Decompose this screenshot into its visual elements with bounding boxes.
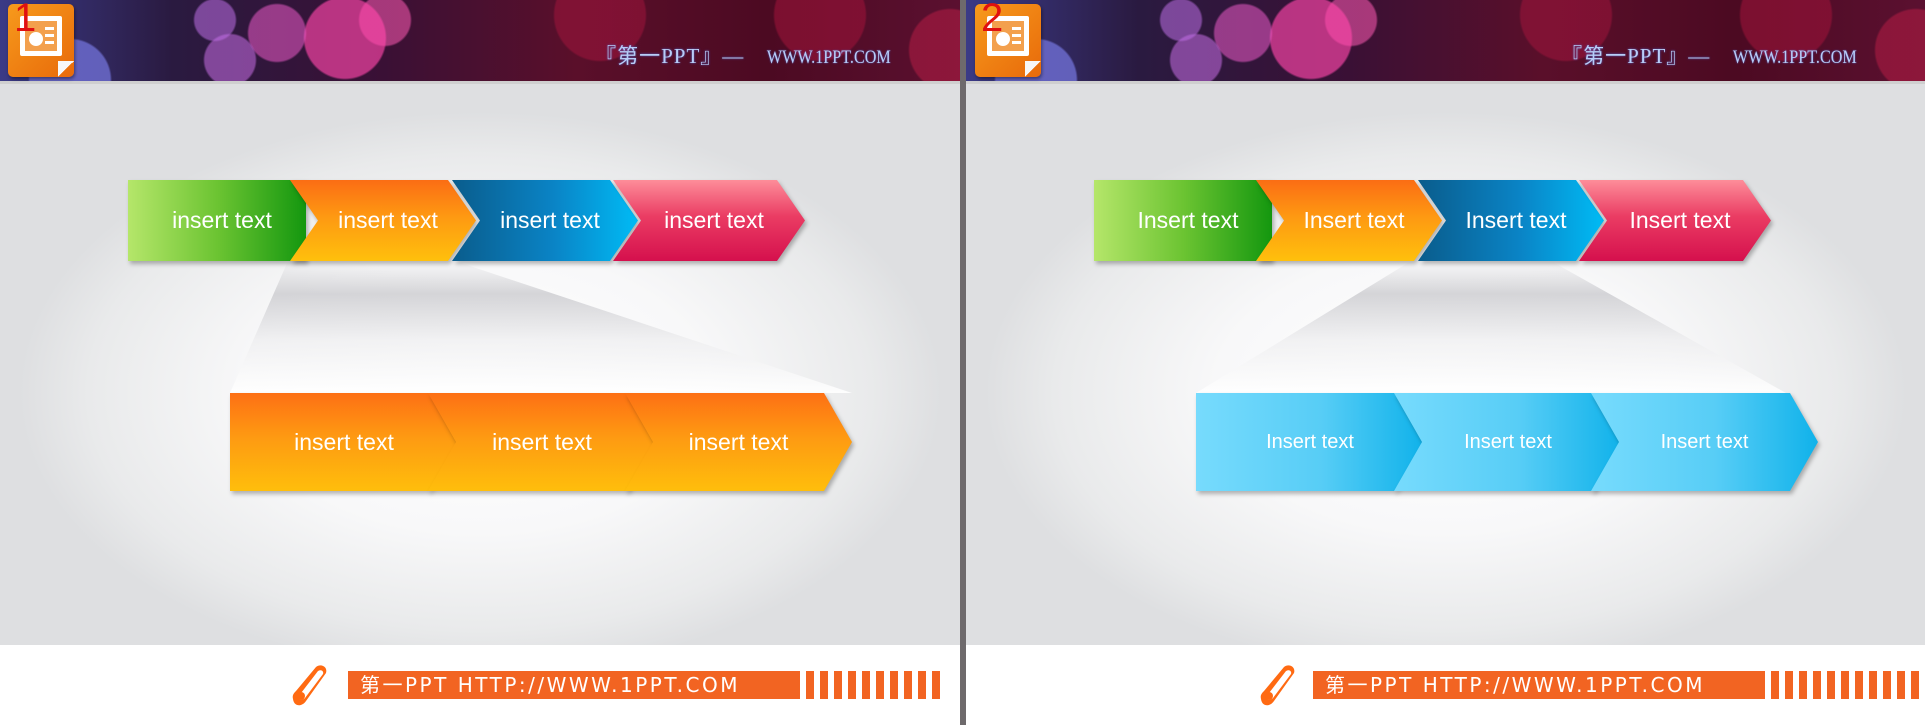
chevron-step-3[interactable]: Insert text [1418, 180, 1604, 261]
pencil-icon [292, 665, 327, 706]
detail-chevron-2[interactable]: insert text [428, 393, 656, 491]
chevron-label: Insert text [1629, 207, 1731, 233]
pencil-icon [1260, 665, 1295, 706]
chevron-label: Insert text [1266, 430, 1354, 453]
chevron-label: insert text [664, 207, 764, 233]
brand-title: 『第一PPT』— [1561, 44, 1711, 68]
chevron-label: insert text [338, 207, 438, 233]
chevron-label: Insert text [1660, 430, 1749, 453]
slide-thumbnail-2[interactable]: 2 『第一PPT』— WWW.1PPT.COM Insert text Inser… [966, 0, 1925, 725]
chevron-label: Insert text [1465, 207, 1567, 233]
chevron-step-4[interactable]: insert text [613, 180, 805, 261]
detail-chevron-3[interactable]: Insert text [1591, 393, 1818, 491]
banner-title: 『第一PPT』— WWW.1PPT.COM [595, 40, 902, 70]
banner-title: 『第一PPT』— WWW.1PPT.COM [1561, 40, 1868, 70]
detail-chevron-2[interactable]: Insert text [1394, 393, 1622, 491]
chevron-step-3[interactable]: insert text [452, 180, 638, 261]
chevron-step-1[interactable]: insert text [128, 180, 306, 261]
chevron-step-2[interactable]: Insert text [1256, 180, 1442, 261]
detail-chevron-3[interactable]: insert text [625, 393, 852, 491]
chevron-label: Insert text [1464, 430, 1552, 453]
brand-title: 『第一PPT』— [595, 44, 745, 68]
slide-thumbnail-1[interactable]: 1 『第一PPT』— WWW.1PPT.COM insert text inser… [0, 0, 960, 725]
footer-stripes [806, 671, 940, 699]
slide-number: 2 [981, 0, 1004, 40]
chevron-step-4[interactable]: Insert text [1579, 180, 1771, 261]
chevron-step-1[interactable]: Insert text [1094, 180, 1272, 261]
slide-number: 1 [14, 0, 37, 40]
slide-footer: 第一PPT HTTP://WWW.1PPT.COM [0, 645, 960, 725]
chevron-step-2[interactable]: insert text [290, 180, 476, 261]
chevron-label: Insert text [1303, 207, 1405, 233]
chevron-label: insert text [294, 428, 394, 455]
slide-footer: 第一PPT HTTP://WWW.1PPT.COM [966, 645, 1925, 725]
footer-stripes [1771, 671, 1919, 699]
brand-url: WWW.1PPT.COM [1733, 47, 1858, 68]
detail-chevron-1[interactable]: Insert text [1196, 393, 1424, 491]
brand-url: WWW.1PPT.COM [767, 47, 892, 68]
chevron-label: insert text [172, 207, 272, 233]
footer-url-bar: 第一PPT HTTP://WWW.1PPT.COM [348, 671, 800, 699]
chevron-label: Insert text [1137, 207, 1239, 233]
detail-chevron-1[interactable]: insert text [230, 393, 458, 491]
footer-url-bar: 第一PPT HTTP://WWW.1PPT.COM [1313, 671, 1765, 699]
chevron-label: insert text [500, 207, 600, 233]
chevron-label: insert text [688, 428, 789, 455]
chevron-label: insert text [492, 428, 592, 455]
